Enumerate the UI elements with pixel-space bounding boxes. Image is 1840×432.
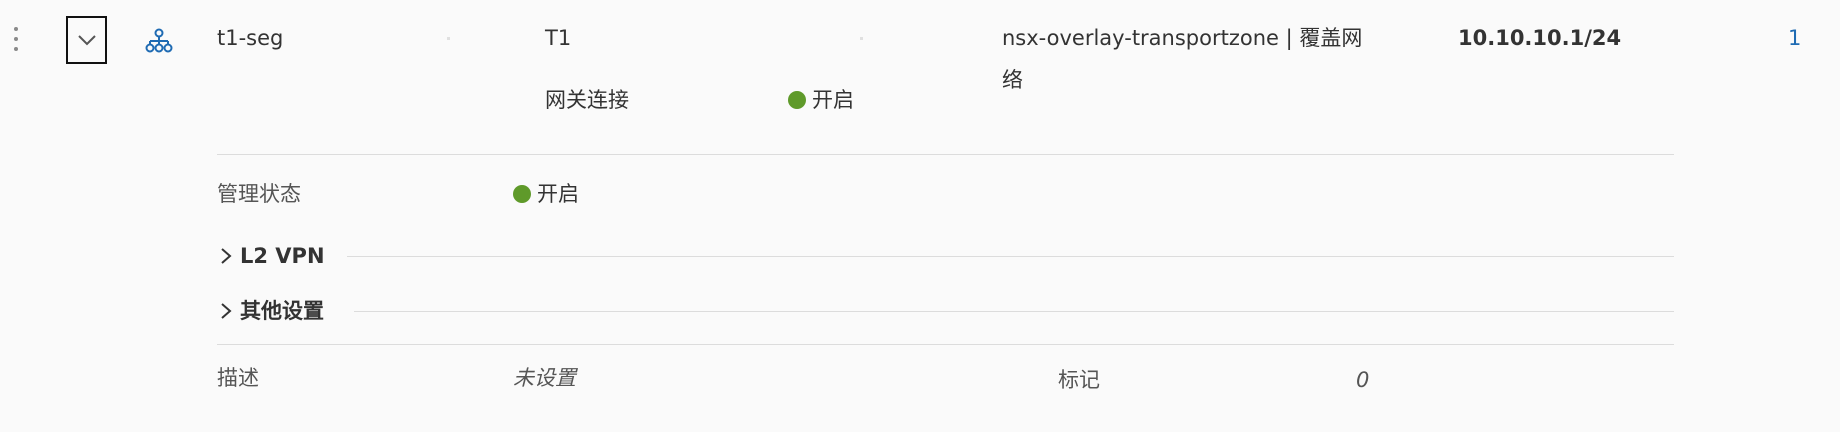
chevron-down-icon [77, 35, 96, 46]
tags-value[interactable]: 0 [1356, 366, 1369, 394]
description-label: 描述 [217, 366, 259, 390]
segment-name[interactable]: t1-seg [217, 24, 283, 52]
divider [217, 344, 1674, 345]
connected-gateway[interactable]: T1 [545, 24, 571, 52]
admin-state-label: 管理状态 [217, 182, 301, 206]
row-actions-menu[interactable] [14, 27, 20, 57]
network-segment-icon [145, 28, 173, 54]
column-separator [860, 37, 863, 40]
status-dot-icon [513, 185, 531, 203]
transport-zone-wrap: 络 [1002, 68, 1023, 92]
other-settings-section-toggle[interactable]: 其他设置 [220, 297, 324, 325]
transport-zone: nsx-overlay-transportzone | 覆盖网 [1002, 26, 1363, 50]
l2vpn-label: L2 VPN [240, 244, 325, 268]
tags-label: 标记 [1058, 368, 1100, 392]
kebab-dot [14, 47, 18, 51]
ports-count-link[interactable]: 1 [1788, 24, 1801, 52]
admin-state-value: 开启 [537, 182, 579, 206]
kebab-dot [14, 37, 18, 41]
description-value: 未设置 [513, 366, 576, 390]
gateway-connection-value: 开启 [812, 88, 854, 112]
status-dot-icon [788, 91, 806, 109]
divider [347, 256, 1674, 257]
other-settings-label: 其他设置 [240, 299, 324, 323]
admin-state-status: 开启 [513, 180, 579, 208]
subnet: 10.10.10.1/24 [1458, 26, 1622, 50]
row-expand-toggle[interactable] [66, 16, 107, 64]
gateway-connection-label: 网关连接 [545, 88, 629, 112]
l2vpn-section-toggle[interactable]: L2 VPN [220, 242, 325, 270]
chevron-right-icon [221, 303, 232, 319]
chevron-right-icon [221, 248, 232, 264]
divider [354, 311, 1674, 312]
column-separator [447, 37, 450, 40]
divider [217, 154, 1674, 155]
kebab-dot [14, 27, 18, 31]
gateway-connection-status: 开启 [788, 86, 854, 114]
